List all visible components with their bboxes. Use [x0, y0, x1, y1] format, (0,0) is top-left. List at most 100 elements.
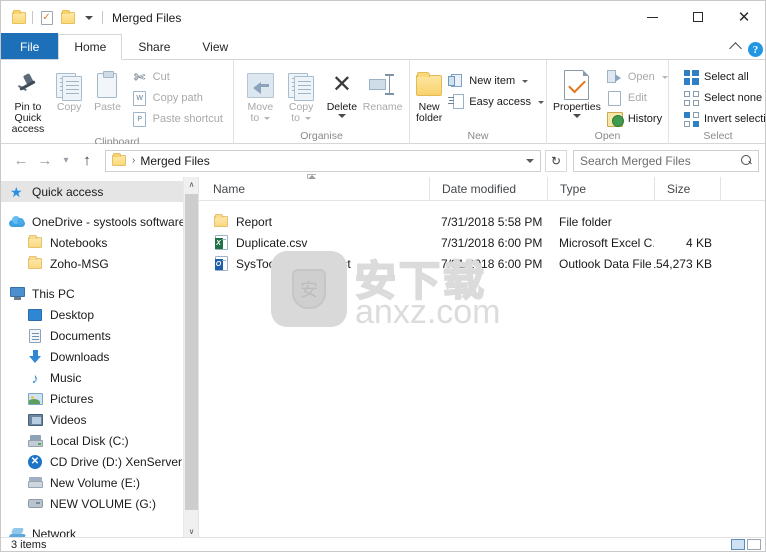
move-to-button[interactable]: Move to	[240, 64, 281, 124]
qat-properties-icon[interactable]: ✓	[36, 7, 57, 28]
qat-folder-icon[interactable]	[8, 7, 29, 28]
column-header-name[interactable]: Name	[199, 173, 429, 201]
sidebar-scrollbar[interactable]: ∧ ∨	[183, 177, 198, 539]
sidebar-item-this-pc[interactable]: This PC	[1, 283, 198, 304]
tab-share[interactable]: Share	[122, 33, 186, 59]
file-name-cell[interactable]: O SysTools_Merged.pst	[199, 253, 429, 274]
select-all-button[interactable]: Select all	[679, 67, 765, 87]
history-button[interactable]: History	[603, 109, 672, 129]
sidebar-gap-3	[1, 514, 198, 523]
sidebar-item-music[interactable]: ♪ Music	[1, 367, 198, 388]
pin-label-line2: access	[11, 123, 45, 135]
select-none-button[interactable]: Select none	[679, 88, 765, 108]
sidebar-gap-2	[1, 274, 198, 283]
address-dropdown-icon[interactable]	[526, 158, 534, 163]
qat-customize-caret-icon[interactable]	[78, 7, 99, 28]
column-header-date-modified[interactable]: Date modified	[429, 176, 547, 201]
sidebar-item-zoho-msg[interactable]: Zoho-MSG	[1, 253, 198, 274]
search-box[interactable]: Search Merged Files	[573, 149, 759, 172]
music-icon: ♪	[31, 369, 39, 386]
rename-button[interactable]: Rename	[362, 64, 403, 113]
easy-access-button[interactable]: Easy access	[444, 92, 548, 112]
column-header-spacer	[720, 176, 765, 201]
properties-button[interactable]: Properties	[553, 64, 601, 118]
cut-button[interactable]: ✄ Cut	[128, 67, 227, 87]
collapse-ribbon-icon[interactable]	[729, 41, 742, 55]
new-item-caret-icon[interactable]	[522, 79, 529, 83]
move-to-caret-icon[interactable]	[264, 117, 271, 120]
volume-icon	[27, 496, 43, 512]
sidebar-item-documents[interactable]: Documents	[1, 325, 198, 346]
back-button[interactable]: ←	[9, 149, 33, 173]
minimize-button[interactable]	[629, 1, 675, 33]
table-row[interactable]: O SysTools_Merged.pst 7/31/2018 6:00 PM …	[199, 253, 765, 274]
file-name: Duplicate.csv	[236, 235, 308, 250]
file-list: Name Date modified Type Size Report 7/31…	[199, 173, 765, 539]
sidebar-item-downloads[interactable]: Downloads	[1, 346, 198, 367]
paste-shortcut-button[interactable]: P Paste shortcut	[128, 109, 227, 129]
sidebar-item-cd-drive-d[interactable]: ✕ CD Drive (D:) XenServer Tools	[1, 451, 198, 472]
videos-icon	[27, 412, 43, 428]
file-name: Report	[236, 214, 273, 229]
delete-button[interactable]: ✕ Delete	[322, 64, 363, 118]
large-icons-view-button[interactable]	[747, 539, 761, 550]
folder-icon	[27, 256, 43, 272]
column-header-type[interactable]: Type	[547, 176, 654, 201]
copy-to-button[interactable]: Copy to	[281, 64, 322, 124]
tab-home[interactable]: Home	[58, 34, 123, 60]
sidebar-item-new-volume-e[interactable]: New Volume (E:)	[1, 472, 198, 493]
scroll-up-icon[interactable]: ∧	[184, 177, 198, 192]
paste-button[interactable]: Paste	[89, 64, 125, 113]
qat-new-folder-icon[interactable]	[57, 7, 78, 28]
sidebar-item-desktop[interactable]: Desktop	[1, 304, 198, 325]
properties-caret-icon[interactable]	[572, 114, 581, 118]
select-all-label: Select all	[704, 71, 749, 83]
search-icon[interactable]	[741, 155, 752, 166]
paste-icon	[97, 68, 118, 102]
copy-button[interactable]: Copy	[51, 64, 87, 113]
copy-path-button[interactable]: W Copy path	[128, 88, 227, 108]
refresh-button[interactable]: ↻	[545, 149, 567, 172]
scrollbar-thumb[interactable]	[185, 194, 198, 510]
move-to-label-line2: to	[250, 112, 260, 124]
maximize-button[interactable]	[675, 1, 721, 33]
history-label: History	[627, 113, 663, 125]
sidebar-item-onedrive[interactable]: OneDrive - systools software	[1, 211, 198, 232]
up-button[interactable]: ↑	[75, 149, 99, 173]
delete-caret-icon[interactable]	[337, 114, 346, 118]
sidebar-item-local-disk-c[interactable]: Local Disk (C:)	[1, 430, 198, 451]
new-folder-button[interactable]: New folder	[416, 64, 442, 124]
excel-csv-icon: X	[213, 235, 229, 251]
properties-icon	[564, 68, 590, 102]
tab-file[interactable]: File	[1, 33, 59, 59]
table-row[interactable]: Report 7/31/2018 5:58 PM File folder	[199, 211, 765, 232]
sidebar-item-notebooks[interactable]: Notebooks	[1, 232, 198, 253]
recent-locations-button[interactable]: ▾	[57, 149, 75, 173]
forward-button[interactable]: →	[33, 149, 57, 173]
sidebar-label: CD Drive (D:) XenServer Tools	[50, 454, 199, 469]
file-name-cell[interactable]: X Duplicate.csv	[199, 232, 429, 253]
copy-to-caret-icon[interactable]	[305, 117, 311, 120]
open-caret-icon[interactable]	[661, 75, 668, 79]
sidebar-item-quick-access[interactable]: ★ Quick access	[1, 181, 198, 202]
open-button[interactable]: Open	[603, 67, 672, 87]
sidebar-item-new-volume-g[interactable]: NEW VOLUME (G:)	[1, 493, 198, 514]
edit-button[interactable]: Edit	[603, 88, 672, 108]
help-icon[interactable]: ?	[748, 42, 763, 57]
details-view-button[interactable]	[731, 539, 745, 550]
close-button[interactable]: ✕	[721, 1, 765, 33]
ribbon-group-open: Properties Open Edit History Open	[547, 60, 669, 144]
column-header-size[interactable]: Size	[654, 176, 720, 201]
group-label-open: Open	[594, 130, 621, 142]
new-item-button[interactable]: New item	[444, 71, 548, 91]
easy-access-caret-icon[interactable]	[538, 100, 545, 104]
address-field[interactable]: › Merged Files	[105, 149, 541, 172]
table-row[interactable]: X Duplicate.csv 7/31/2018 6:00 PM Micros…	[199, 232, 765, 253]
sidebar-item-pictures[interactable]: Pictures	[1, 388, 198, 409]
tab-view[interactable]: View	[186, 33, 244, 59]
breadcrumb-item[interactable]: Merged Files	[140, 154, 209, 168]
pin-to-quick-access-button[interactable]: Pin to Quick access	[7, 64, 49, 135]
invert-selection-button[interactable]: Invert selection	[679, 109, 765, 129]
file-name-cell[interactable]: Report	[199, 211, 429, 232]
sidebar-item-videos[interactable]: Videos	[1, 409, 198, 430]
